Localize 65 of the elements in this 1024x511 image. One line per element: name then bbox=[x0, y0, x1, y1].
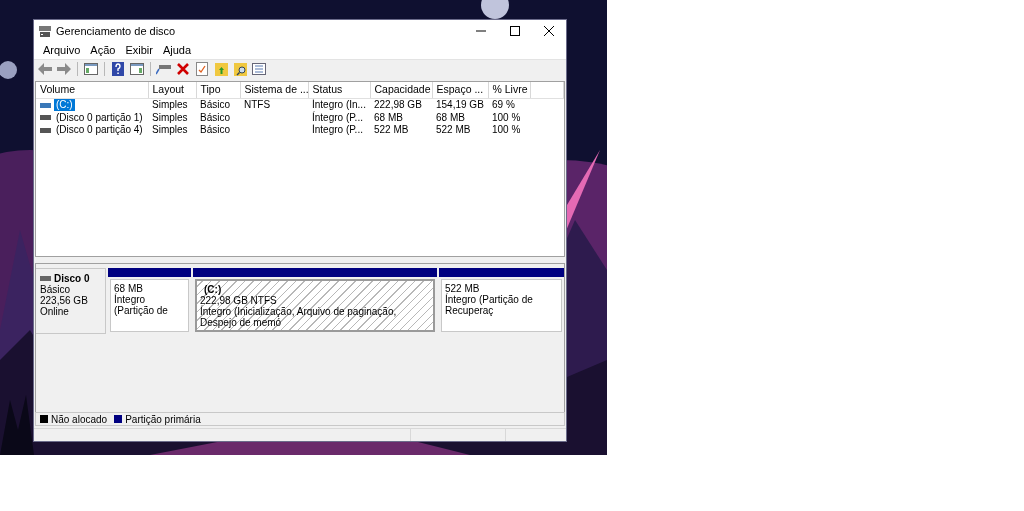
disk-drive-icon bbox=[39, 25, 51, 37]
disk-type: Básico bbox=[40, 284, 71, 295]
column-header[interactable]: Sistema de ... bbox=[240, 82, 308, 99]
table-cell: Simples bbox=[152, 111, 188, 123]
partition-block[interactable]: 68 MB Íntegro (Partição de bbox=[110, 279, 189, 332]
column-header[interactable]: Espaço ... bbox=[432, 82, 488, 99]
partition-status: Íntegro (Partição de Recuperaç bbox=[445, 294, 534, 316]
table-cell: Simples bbox=[152, 99, 188, 110]
drive-icon bbox=[40, 115, 51, 121]
table-cell: 522 MB bbox=[436, 124, 471, 135]
partition-block[interactable]: (C:) 222,98 GB NTFS Íntegro (Inicialização, Arquivo de paginação, Despejo de memó bbox=[195, 279, 435, 332]
partition-status: Íntegro (Partição de bbox=[114, 294, 169, 316]
table-cell: 68 MB bbox=[374, 111, 403, 123]
drive-icon bbox=[40, 102, 51, 108]
table-cell: 100 % bbox=[492, 124, 521, 135]
maximize-icon bbox=[510, 26, 520, 36]
legend-label: Não alocado bbox=[51, 412, 108, 427]
help-button[interactable] bbox=[110, 60, 126, 77]
table-cell: NTFS bbox=[244, 99, 271, 110]
action-pane-button[interactable] bbox=[129, 60, 145, 77]
drive-label[interactable]: (C:) bbox=[54, 99, 75, 112]
column-header[interactable]: Tipo bbox=[196, 82, 240, 99]
table-cell: 68 MB bbox=[436, 111, 465, 123]
folder-search-button[interactable] bbox=[232, 60, 248, 77]
table-cell: Íntegro (P... bbox=[312, 124, 363, 135]
table-cell: 100 % bbox=[492, 111, 521, 123]
console-tree-button[interactable] bbox=[83, 60, 99, 77]
column-header[interactable]: Capacidade bbox=[370, 82, 432, 99]
menu-item[interactable]: Exibir bbox=[120, 42, 158, 59]
partition-status: Íntegro (Inicialização, Arquivo de paginação, Despejo de memó bbox=[200, 306, 398, 328]
partition-size: 522 MB bbox=[445, 283, 481, 294]
window-title: Gerenciamento de disco bbox=[56, 23, 176, 39]
table-cell: Básico bbox=[200, 99, 230, 110]
properties-button[interactable] bbox=[194, 60, 210, 77]
table-cell: Íntegro (P... bbox=[312, 111, 363, 123]
menu-item[interactable]: Ação bbox=[85, 42, 121, 59]
partition-size: 222,98 GB NTFS bbox=[200, 295, 278, 306]
disk-status: Online bbox=[40, 306, 70, 317]
menu-item[interactable]: Ajuda bbox=[157, 42, 197, 59]
table-cell: 69 % bbox=[492, 99, 515, 110]
column-header[interactable]: Layout bbox=[148, 82, 196, 99]
table-cell: 522 MB bbox=[374, 124, 409, 135]
table-cell: 222,98 GB bbox=[374, 99, 422, 110]
forward-button[interactable] bbox=[56, 60, 72, 77]
table-cell: Íntegro (In... bbox=[312, 99, 366, 110]
table-cell: Básico bbox=[200, 111, 230, 123]
partition-label: (C:) bbox=[203, 284, 222, 295]
column-header[interactable]: Status bbox=[308, 82, 370, 99]
partition-block[interactable]: 522 MB Íntegro (Partição de Recuperaç bbox=[441, 279, 562, 332]
drive-icon bbox=[40, 127, 51, 133]
disk-name: Disco 0 bbox=[54, 273, 90, 284]
list-button[interactable] bbox=[251, 60, 267, 77]
column-header[interactable]: % Livre bbox=[488, 82, 530, 99]
menu-item[interactable]: Arquivo bbox=[38, 42, 86, 59]
close-icon bbox=[544, 26, 554, 36]
table-cell: Básico bbox=[200, 124, 230, 135]
column-header[interactable]: Volume bbox=[36, 82, 148, 99]
partition-size: 68 MB bbox=[114, 283, 143, 294]
table-cell: 154,19 GB bbox=[436, 99, 484, 110]
disk-size: 223,56 GB bbox=[40, 295, 89, 306]
legend-label: Partição primária bbox=[125, 412, 201, 427]
drive-label[interactable]: (Disco 0 partição 1) bbox=[54, 111, 145, 124]
table-cell: Simples bbox=[152, 124, 188, 135]
delete-button[interactable] bbox=[175, 60, 191, 77]
drive-label[interactable]: (Disco 0 partição 4) bbox=[54, 124, 145, 137]
